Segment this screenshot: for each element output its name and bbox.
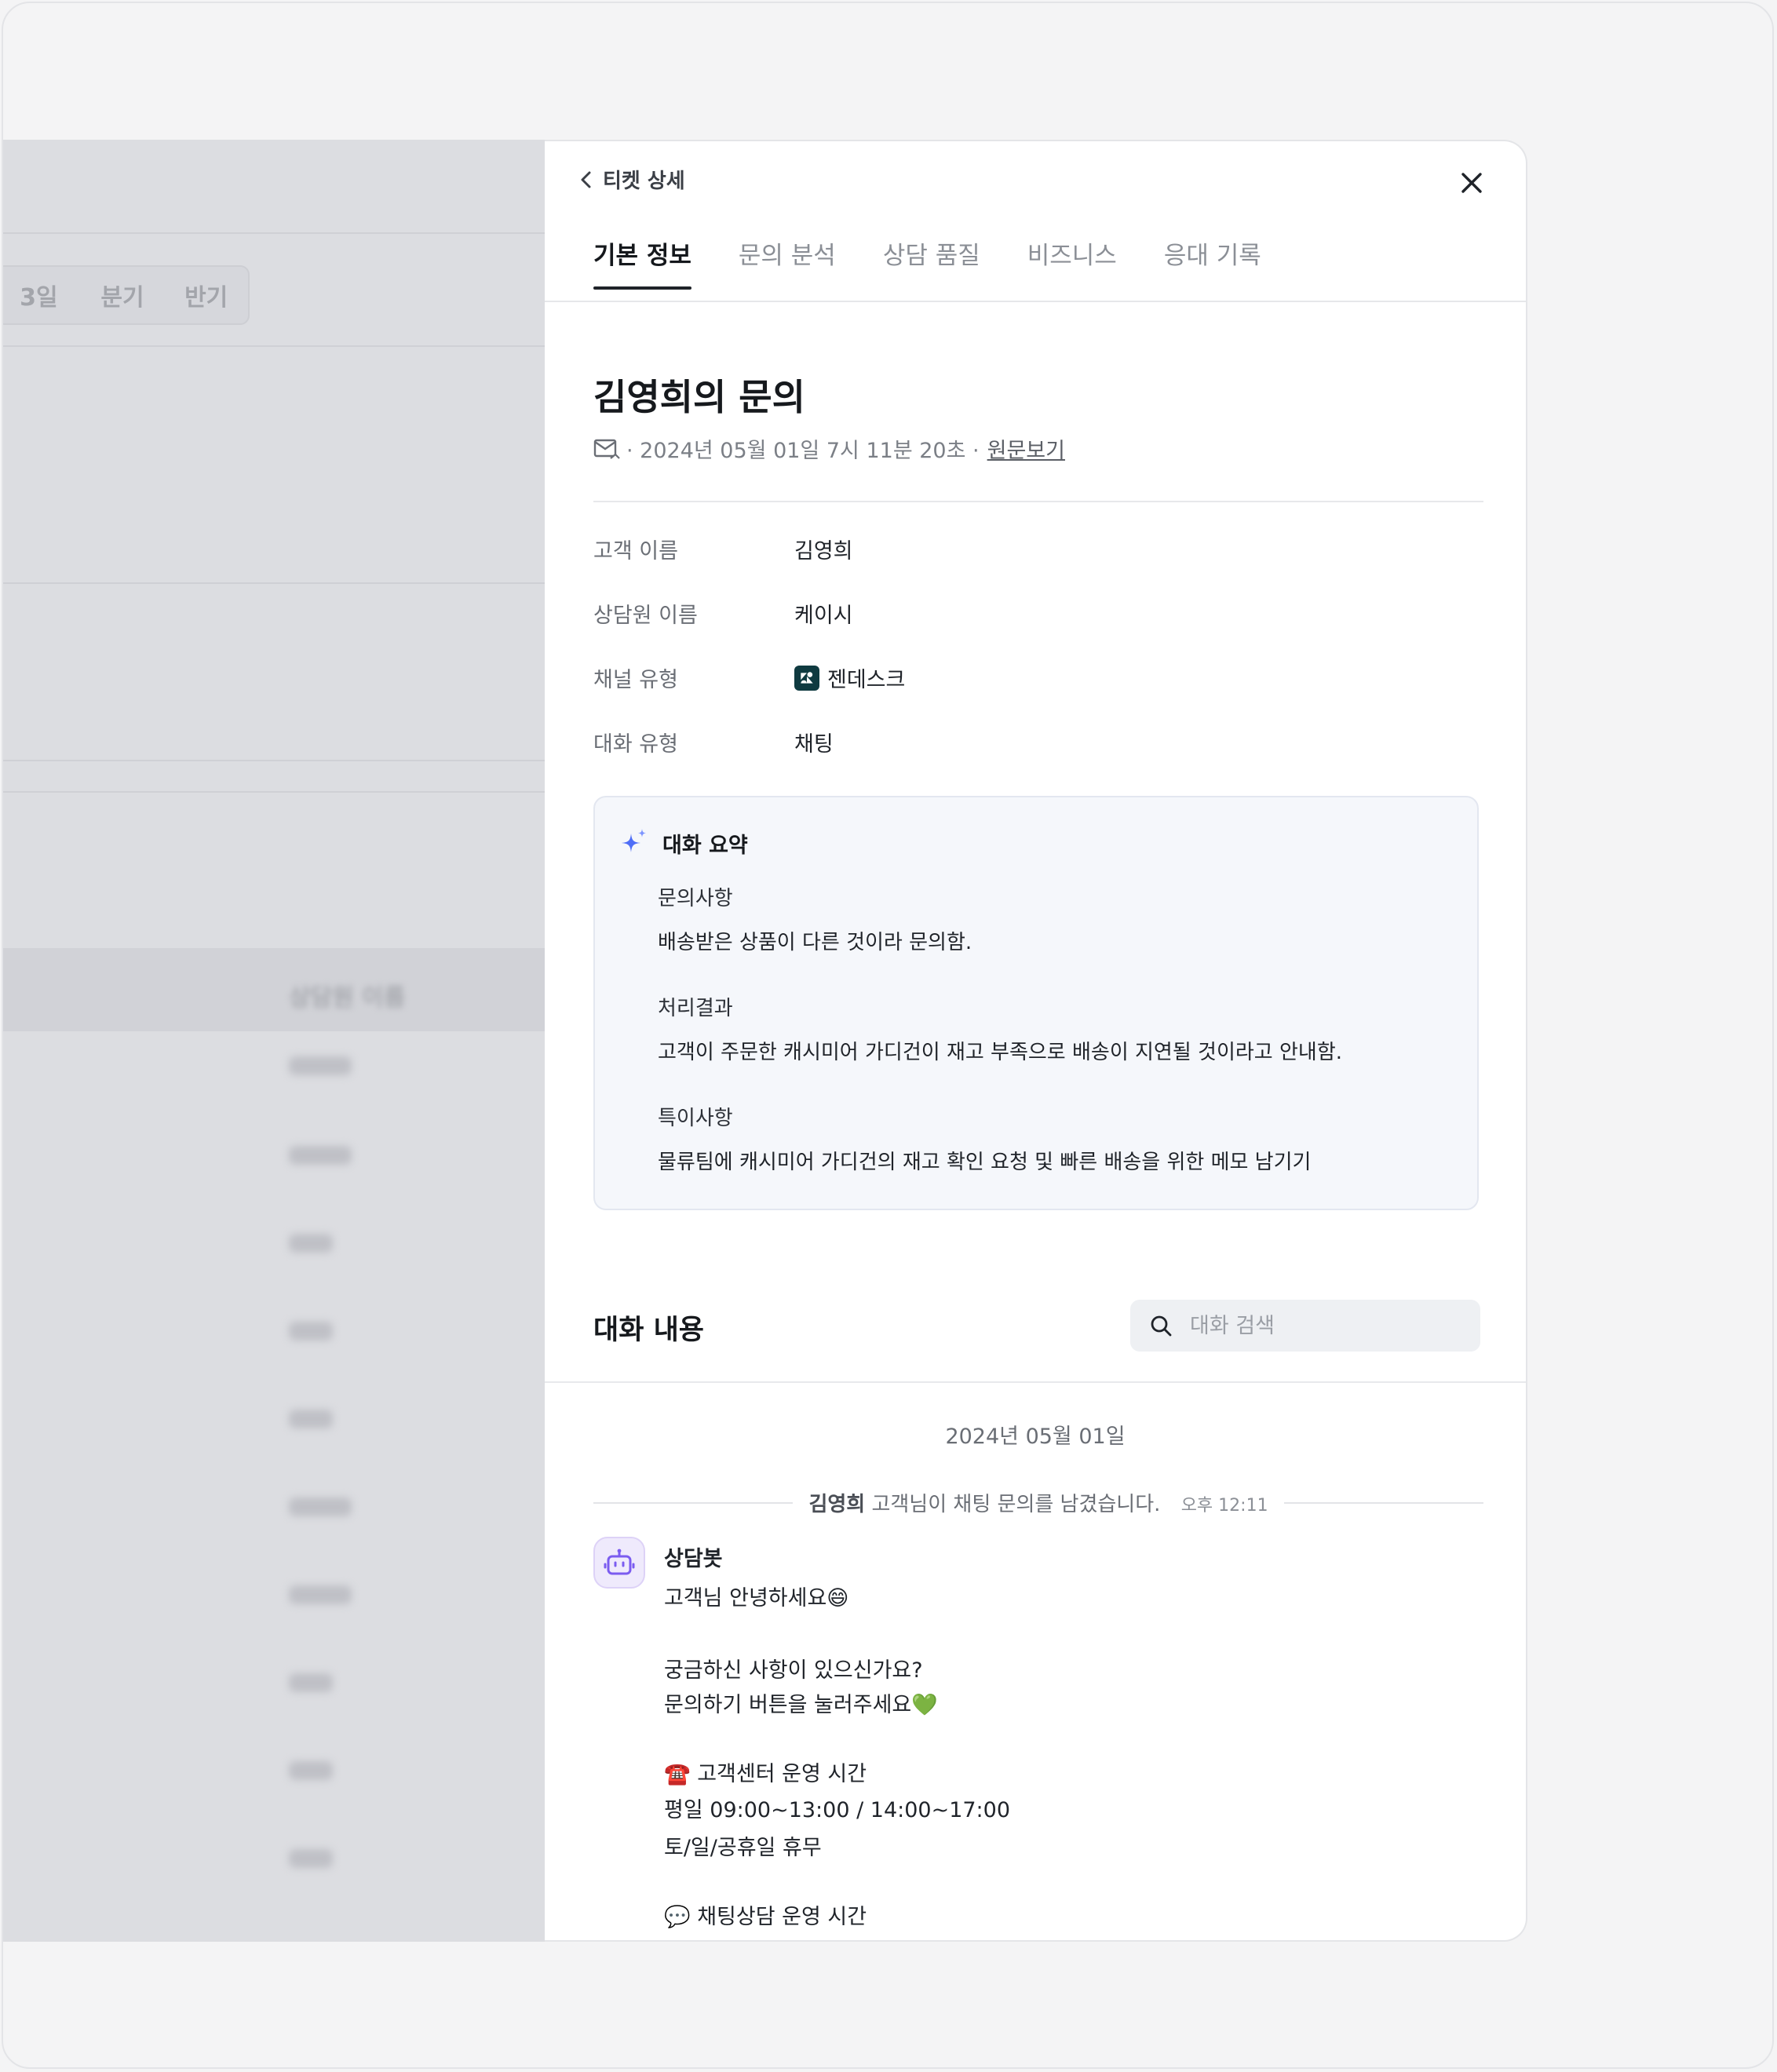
section-divider bbox=[593, 501, 1483, 502]
tab-response-log[interactable]: 응대 기록 bbox=[1164, 235, 1261, 288]
system-message-time: 오후 12:11 bbox=[1180, 1496, 1268, 1516]
bg-cell bbox=[289, 1056, 352, 1075]
summary-header: 대화 요약 bbox=[618, 827, 748, 859]
bg-divider bbox=[3, 791, 546, 793]
sys-line-left bbox=[593, 1501, 794, 1504]
bg-table-header bbox=[3, 948, 546, 1031]
page-title: 김영희의 문의 bbox=[593, 376, 805, 418]
bg-cell bbox=[289, 1585, 352, 1604]
date-separator: 2024년 05월 01일 bbox=[945, 1424, 1126, 1449]
info-value: 채팅 bbox=[794, 732, 834, 757]
bg-divider bbox=[3, 760, 546, 761]
close-icon[interactable] bbox=[1458, 170, 1485, 196]
tab-business[interactable]: 비즈니스 bbox=[1027, 235, 1117, 288]
bg-divider bbox=[3, 232, 546, 234]
tab-inquiry-analysis[interactable]: 문의 분석 bbox=[739, 235, 836, 288]
info-label: 상담원 이름 bbox=[593, 604, 698, 628]
conversation-title: 대화 내용 bbox=[593, 1315, 704, 1346]
conversation-divider bbox=[545, 1381, 1526, 1383]
info-agent-name: 상담원 이름 케이시 bbox=[593, 598, 853, 629]
bg-cell bbox=[289, 1410, 333, 1428]
tab-consult-quality[interactable]: 상담 품질 bbox=[883, 235, 980, 288]
tab-basic-info[interactable]: 기본 정보 bbox=[593, 235, 691, 290]
search-input[interactable] bbox=[1188, 1312, 1474, 1339]
bg-segment-3day: 3일 bbox=[20, 284, 58, 312]
message-sender: 상담봇 bbox=[664, 1547, 723, 1571]
view-original-link[interactable]: 원문보기 bbox=[987, 433, 1065, 464]
info-label: 대화 유형 bbox=[593, 732, 678, 757]
message-line: 평일 10:00~13:00 / 14:00~17:00 bbox=[664, 1934, 1010, 1940]
info-conversation-type: 대화 유형 채팅 bbox=[593, 727, 834, 757]
channel-name: 젠데스크 bbox=[827, 668, 906, 692]
bg-divider bbox=[3, 345, 546, 347]
robot-icon bbox=[604, 1549, 635, 1575]
ticket-meta: · 2024년 05월 01일 7시 11분 20초 · 원문보기 bbox=[593, 433, 1065, 464]
mail-reply-icon bbox=[593, 439, 620, 459]
info-label: 채널 유형 bbox=[593, 668, 678, 692]
zendesk-icon bbox=[794, 665, 819, 691]
back-button[interactable]: 티켓 상세 bbox=[578, 165, 685, 194]
drawer-topbar: 티켓 상세 bbox=[545, 141, 1526, 204]
summary-title: 대화 요약 bbox=[662, 833, 748, 858]
info-customer-name: 고객 이름 김영희 bbox=[593, 534, 853, 564]
ticket-detail-drawer: 티켓 상세 기본 정보 문의 분석 상담 품질 비즈니스 응대 기록 김영희의 … bbox=[545, 140, 1527, 1942]
message-line: 💬 채팅상담 운영 시간 bbox=[664, 1905, 867, 1929]
message-line: 문의하기 버튼을 눌러주세요💚 bbox=[664, 1693, 938, 1717]
info-value: 젠데스크 bbox=[794, 662, 905, 693]
bg-period-segment: 3일 분기 반기 bbox=[3, 265, 250, 325]
sys-line-right bbox=[1283, 1501, 1483, 1504]
system-message-text: 김영희 고객님이 채팅 문의를 남겼습니다. 오후 12:11 bbox=[808, 1488, 1268, 1517]
system-message: 김영희 고객님이 채팅 문의를 남겼습니다. 오후 12:11 bbox=[593, 1488, 1483, 1517]
bg-column-header: 상담원 이름 bbox=[289, 984, 406, 1012]
bg-cell bbox=[289, 1849, 333, 1868]
summary-text-result: 고객이 주문한 캐시미어 가디건이 재고 부족으로 배송이 지연될 것이라고 안… bbox=[658, 1041, 1343, 1064]
bg-cell bbox=[289, 1234, 333, 1253]
bg-segment-half: 반기 bbox=[184, 284, 228, 312]
summary-label-result: 처리결과 bbox=[658, 997, 733, 1020]
system-message-customer: 김영희 bbox=[808, 1493, 866, 1516]
summary-text-notes: 물류팀에 캐시미어 가디건의 재고 확인 요청 및 빠른 배송을 위한 메모 남… bbox=[658, 1151, 1312, 1174]
bg-cell bbox=[289, 1673, 333, 1692]
message-line: 토/일/공휴일 휴무 bbox=[664, 1836, 822, 1860]
info-channel-type: 채널 유형 젠데스크 bbox=[593, 662, 905, 693]
conversation-search[interactable] bbox=[1130, 1300, 1480, 1352]
summary-text-inquiry: 배송받은 상품이 다른 것이라 문의함. bbox=[658, 931, 972, 954]
bg-segment-quarter: 분기 bbox=[100, 284, 144, 312]
conversation-summary-card: 대화 요약 문의사항 배송받은 상품이 다른 것이라 문의함. 처리결과 고객이… bbox=[593, 796, 1479, 1210]
info-value: 김영희 bbox=[794, 539, 853, 564]
bg-cell bbox=[289, 1322, 333, 1341]
sparkle-icon bbox=[622, 829, 646, 852]
bot-avatar bbox=[593, 1537, 645, 1589]
search-icon bbox=[1151, 1315, 1172, 1337]
message-line: ☎️ 고객센터 운영 시간 bbox=[664, 1762, 867, 1786]
tabs-divider bbox=[545, 301, 1526, 302]
bg-divider bbox=[3, 582, 546, 584]
chevron-left-icon bbox=[581, 171, 591, 188]
message-line: 평일 09:00~13:00 / 14:00~17:00 bbox=[664, 1798, 1011, 1822]
bg-cell bbox=[289, 1761, 333, 1780]
ticket-datetime: · 2024년 05월 01일 7시 11분 20초 · bbox=[626, 439, 980, 463]
tab-bar: 기본 정보 문의 분석 상담 품질 비즈니스 응대 기록 bbox=[593, 235, 1261, 290]
summary-label-notes: 특이사항 bbox=[658, 1107, 733, 1130]
message-line: 고객님 안녕하세요😄 bbox=[664, 1586, 849, 1611]
system-message-body: 고객님이 채팅 문의를 남겼습니다. bbox=[871, 1493, 1161, 1516]
info-value: 케이시 bbox=[794, 604, 853, 628]
bg-cell bbox=[289, 1497, 352, 1516]
info-label: 고객 이름 bbox=[593, 539, 678, 564]
background-app: 3일 분기 반기 상담원 이름 bbox=[3, 140, 546, 1942]
bg-cell bbox=[289, 1146, 352, 1165]
summary-label-inquiry: 문의사항 bbox=[658, 887, 733, 910]
message-line: 궁금하신 사항이 있으신가요? bbox=[664, 1658, 923, 1683]
back-label: 티켓 상세 bbox=[603, 170, 685, 193]
